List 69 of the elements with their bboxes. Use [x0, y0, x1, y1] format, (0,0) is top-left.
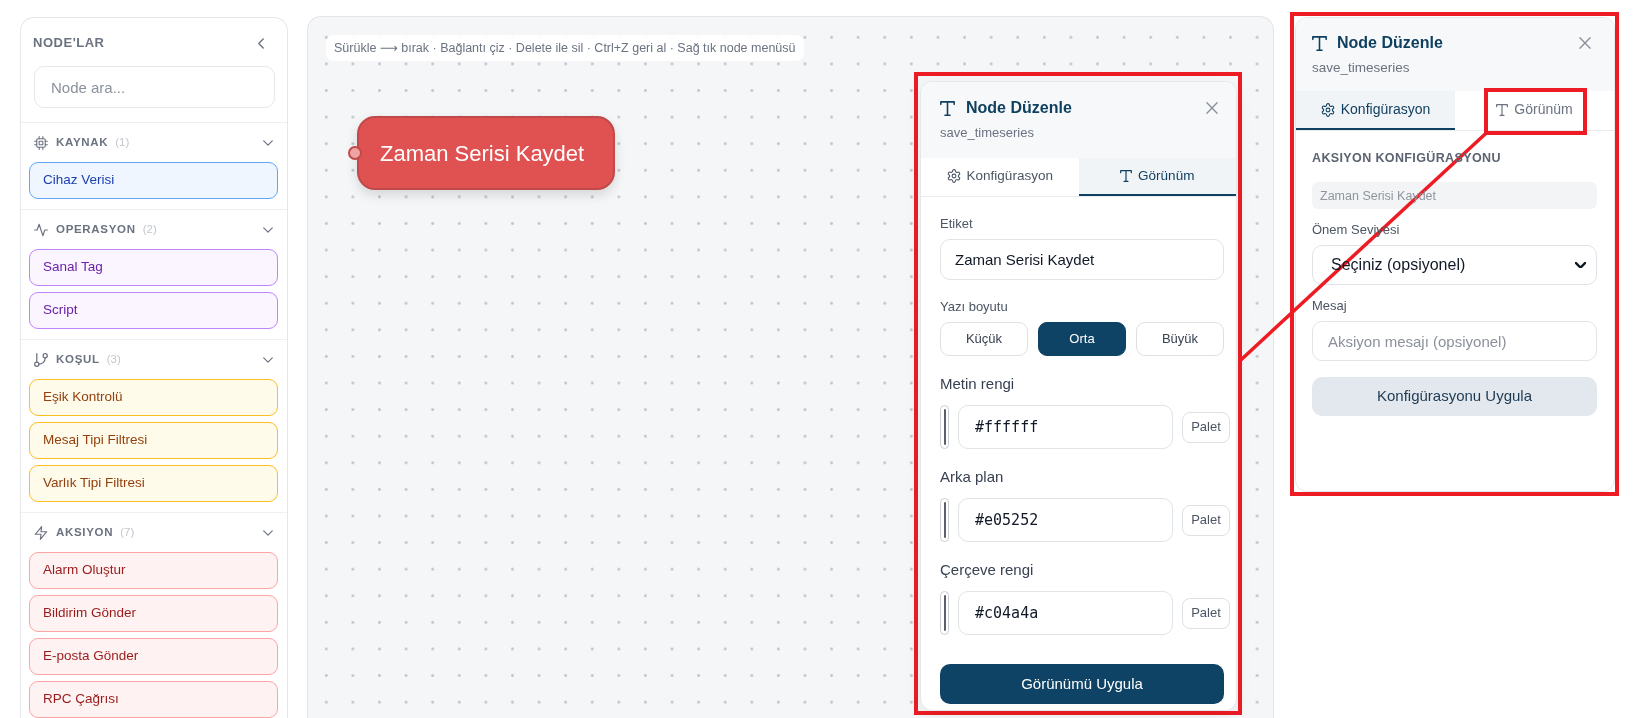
hex-field[interactable]: #c04a4a — [958, 591, 1173, 635]
palette-item[interactable]: Mesaj Tipi Filtresi — [29, 422, 278, 459]
palette-item[interactable]: RPC Çağrısı — [29, 681, 278, 718]
chevron-down-icon[interactable] — [263, 139, 273, 146]
text-icon — [1496, 103, 1509, 116]
size-option[interactable]: Büyük — [1136, 322, 1224, 356]
node-id: save_timeseries — [1312, 60, 1411, 76]
field-label: Çerçeve rengi — [940, 561, 1035, 579]
chevron-down-icon — [1575, 261, 1586, 269]
panel-title: Node Düzenle — [966, 98, 1072, 118]
group-title: KAYNAK — [56, 134, 109, 150]
chevron-down-icon[interactable] — [263, 529, 273, 536]
chevron-down-icon[interactable] — [263, 226, 273, 233]
port-handle-icon[interactable] — [348, 146, 362, 160]
group-title: KOŞUL — [56, 351, 100, 367]
palette-button[interactable]: Palet — [1182, 411, 1230, 443]
apply-button[interactable]: Görünümü Uygula — [940, 664, 1224, 704]
close-icon[interactable] — [1579, 37, 1591, 49]
palette-item[interactable]: Alarm Oluştur — [29, 552, 278, 589]
text-icon — [1312, 35, 1327, 51]
palette-item[interactable]: Script — [29, 292, 278, 329]
flow-node[interactable]: Zaman Serisi Kaydet — [357, 116, 615, 190]
group-count: (1) — [115, 134, 130, 150]
field-label: Etiket — [940, 216, 974, 232]
color-picker[interactable] — [940, 405, 949, 449]
pulse-icon — [34, 222, 48, 237]
size-option[interactable]: Orta — [1038, 322, 1126, 356]
palette-item[interactable]: E-posta Gönder — [29, 638, 278, 675]
chevron-left-icon[interactable] — [258, 37, 264, 49]
field-label: Mesaj — [1312, 298, 1348, 314]
group-count: (2) — [142, 221, 157, 237]
chip-icon — [34, 135, 48, 150]
tab[interactable]: Görünüm — [1078, 158, 1236, 196]
chevron-down-icon[interactable] — [263, 356, 273, 363]
gear-icon — [946, 169, 961, 183]
hex-field[interactable]: #ffffff — [958, 405, 1173, 449]
group-title: AKSIYON — [56, 524, 114, 540]
palette-button[interactable]: Palet — [1182, 597, 1230, 629]
color-picker[interactable] — [940, 498, 949, 542]
label-field[interactable]: Zaman Serisi Kaydet — [940, 239, 1224, 280]
field-label: Metin rengi — [940, 375, 1016, 393]
hex-field[interactable]: #e05252 — [958, 498, 1173, 542]
close-icon[interactable] — [1206, 102, 1218, 114]
palette-item[interactable]: Sanal Tag — [29, 249, 278, 286]
branch-icon — [34, 352, 48, 367]
tab[interactable]: Konfigürasyon — [1296, 91, 1455, 130]
palette-item[interactable]: Bildirim Gönder — [29, 595, 278, 632]
lightning-icon — [34, 525, 48, 540]
palette-item[interactable]: Cihaz Verisi — [29, 162, 278, 199]
message-field[interactable]: Aksiyon mesajı (opsiyonel) — [1312, 321, 1597, 361]
group-count: (3) — [106, 351, 121, 367]
search-field[interactable]: Node ara... — [34, 66, 275, 108]
group-count: (7) — [120, 524, 135, 540]
palette-button[interactable]: Palet — [1182, 504, 1230, 536]
size-option[interactable]: Küçük — [940, 322, 1028, 356]
palette-item[interactable]: Varlık Tipi Filtresi — [29, 465, 278, 502]
canvas-hint: Sürükle ⟶ bırak · Bağlantı çiz · Delete ile sil · Ctrl+Z geri al · Sağ tık node menüsü — [326, 35, 804, 61]
text-icon — [940, 100, 955, 116]
color-picker[interactable] — [940, 591, 949, 635]
field-label: Arka plan — [940, 468, 1005, 486]
gear-icon — [1320, 102, 1335, 117]
panel-title: NODE'LAR — [33, 34, 105, 53]
field-label: Yazı boyutu — [940, 299, 1009, 315]
palette-item[interactable]: Eşik Kontrolü — [29, 379, 278, 416]
panel-title: Node Düzenle — [1337, 33, 1443, 53]
group-title: OPERASYON — [56, 221, 136, 237]
node-id: save_timeseries — [940, 125, 1035, 141]
text-icon — [1120, 170, 1133, 182]
apply-button[interactable]: Konfigürasyonu Uygula — [1312, 377, 1597, 416]
